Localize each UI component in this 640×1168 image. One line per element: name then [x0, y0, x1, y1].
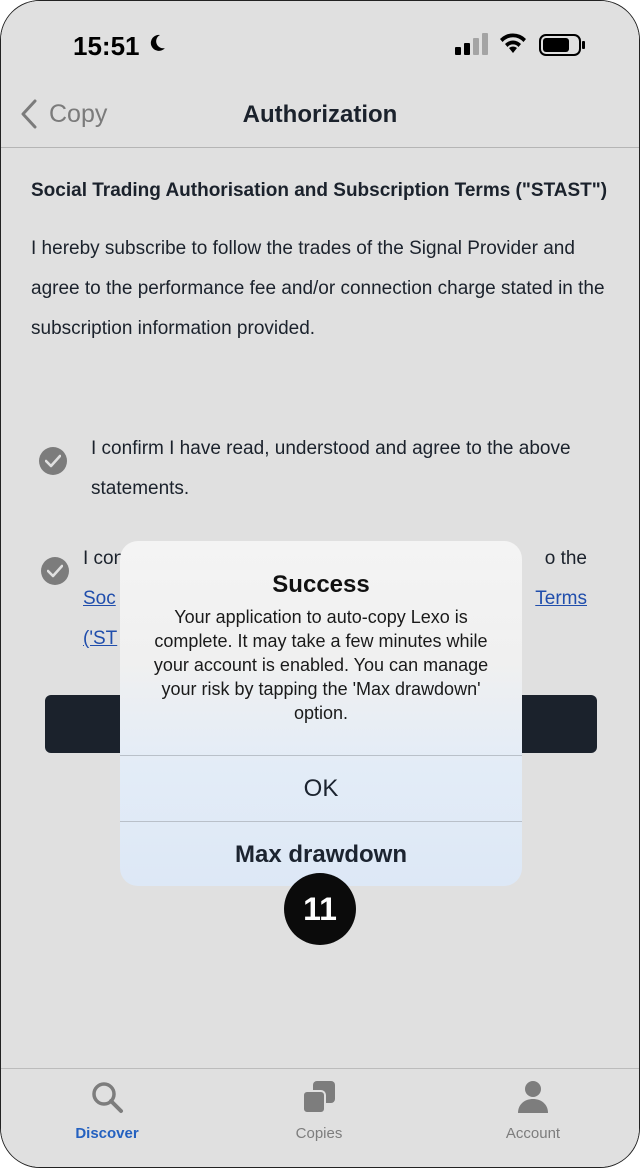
dialog-divider	[120, 755, 522, 756]
dialog-title: Success	[272, 571, 370, 598]
dialog-message: Your application to auto-copy Lexo is co…	[153, 607, 489, 723]
dialog-divider	[120, 821, 522, 822]
phone-frame: 15:51 Copy Authorization Social Trading …	[0, 0, 640, 1168]
success-dialog: Success Your application to auto-copy Le…	[120, 541, 522, 886]
screen: 15:51 Copy Authorization Social Trading …	[1, 1, 639, 1167]
step-badge: 11	[284, 873, 356, 945]
ok-button[interactable]: OK	[120, 757, 522, 821]
